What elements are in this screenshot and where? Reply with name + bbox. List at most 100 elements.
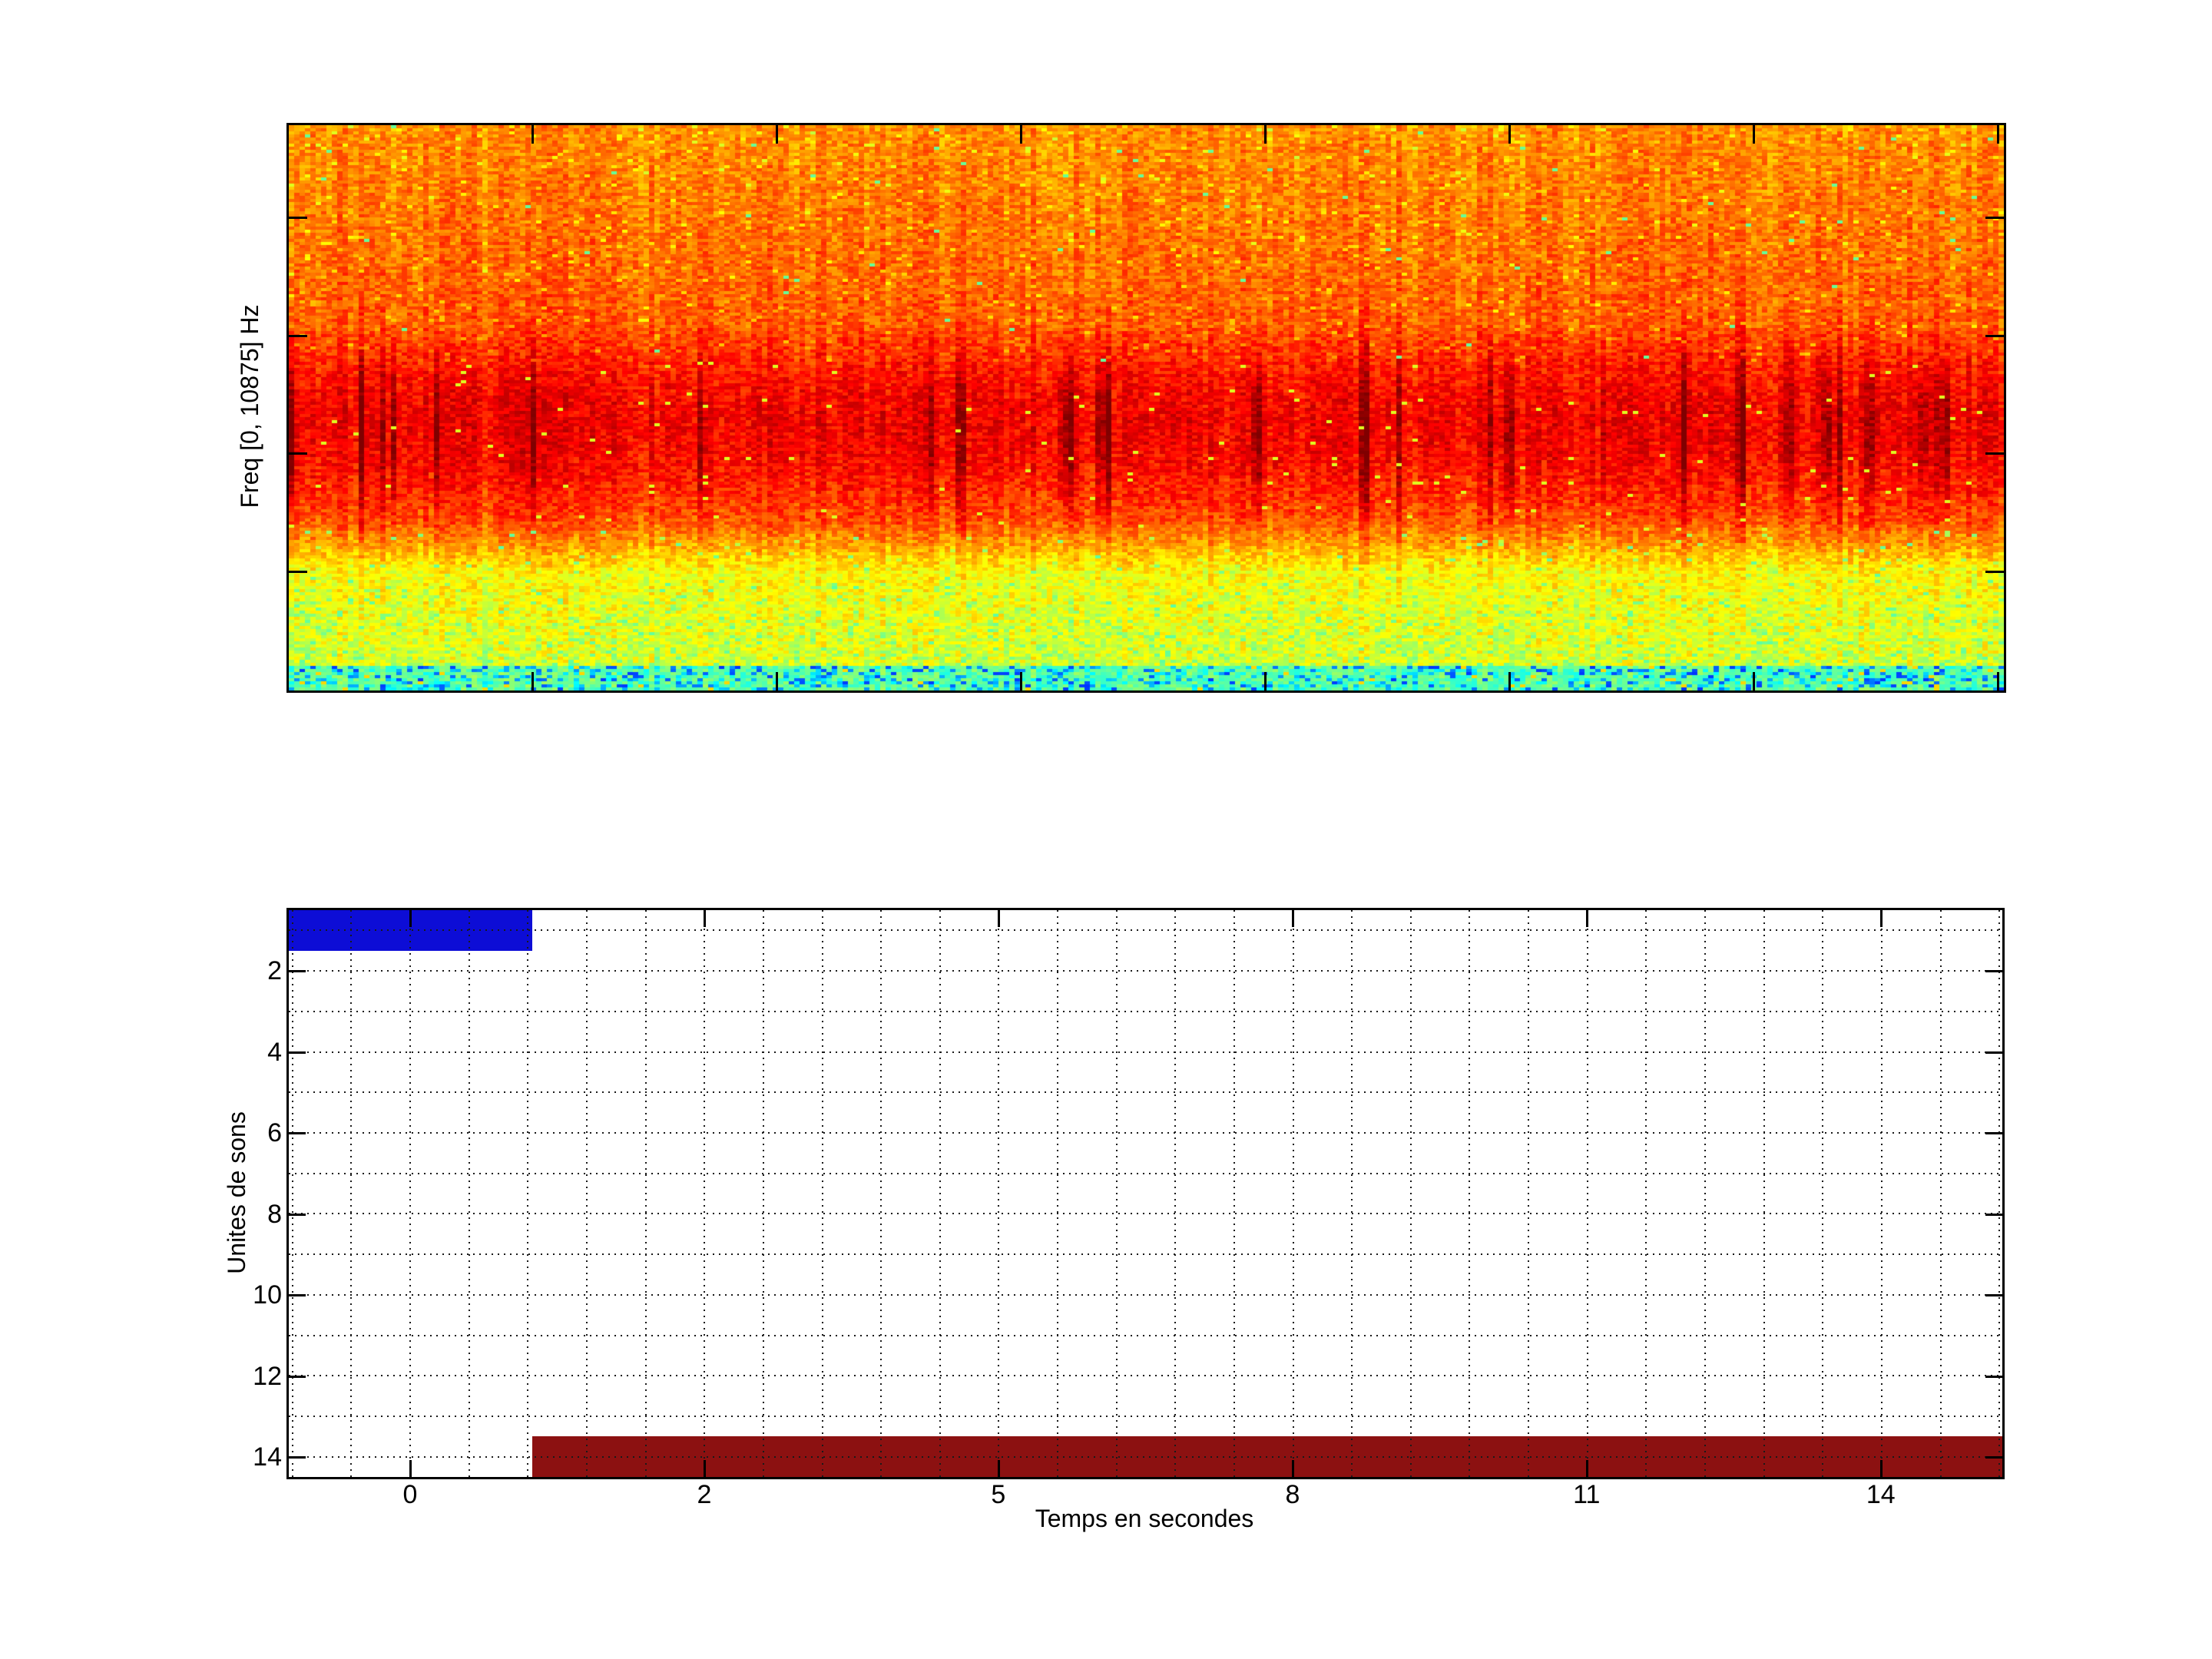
grid-line-vertical	[1469, 910, 1471, 1477]
y-tick-label: 4	[267, 1037, 282, 1067]
x-tick	[1879, 1460, 1883, 1477]
y-tick	[289, 970, 306, 973]
spectrogram-y-tick	[1985, 452, 2004, 455]
x-tick-label: 8	[1285, 1480, 1300, 1509]
x-tick	[409, 910, 412, 927]
spectrogram-x-tick	[1019, 125, 1022, 144]
x-tick-label: 0	[402, 1480, 418, 1509]
grid-line-vertical	[762, 910, 764, 1477]
grid-line-vertical	[1351, 910, 1353, 1477]
grid-line-vertical	[1057, 910, 1059, 1477]
y-tick	[1985, 1051, 2002, 1054]
x-tick	[1585, 1460, 1588, 1477]
spectrogram-y-tick	[1985, 570, 2004, 573]
grid-line-vertical	[468, 910, 470, 1477]
spectrogram-y-tick	[289, 216, 307, 219]
spectrogram-x-tick	[776, 672, 779, 690]
grid-line-horizontal	[289, 1172, 2002, 1174]
spectrogram-y-tick	[289, 452, 307, 455]
y-tick	[289, 1294, 306, 1297]
spectrogram-plot	[286, 123, 2006, 693]
y-tick	[289, 1456, 306, 1459]
grid-line-horizontal	[289, 970, 2002, 972]
spectrogram-image	[289, 125, 2004, 690]
grid-line-vertical	[1292, 910, 1294, 1477]
grid-line-vertical	[1704, 910, 1707, 1477]
x-tick	[704, 1460, 707, 1477]
spectrogram-ylabel: Freq [0, 10875] Hz	[236, 304, 263, 508]
y-tick	[1985, 970, 2002, 973]
y-tick	[289, 1051, 306, 1054]
spectrogram-y-tick	[1985, 335, 2004, 337]
grid-line-vertical	[821, 910, 823, 1477]
grid-line-vertical	[1998, 910, 2001, 1477]
y-tick-label: 14	[253, 1442, 282, 1472]
spectrogram-x-tick	[1508, 125, 1511, 144]
x-tick-label: 5	[991, 1480, 1006, 1509]
grid-line-horizontal	[289, 1131, 2002, 1134]
spectrogram-y-tick	[289, 335, 307, 337]
grid-line-horizontal	[289, 1455, 2002, 1458]
grid-line-vertical	[1763, 910, 1765, 1477]
grid-line-horizontal	[289, 1375, 2002, 1377]
grid-line-horizontal	[289, 1415, 2002, 1417]
y-tick-label: 10	[253, 1280, 282, 1310]
y-tick	[289, 1132, 306, 1135]
spectrogram-y-tick	[289, 570, 307, 573]
grid-line-vertical	[350, 910, 353, 1477]
x-tick-label: 11	[1573, 1480, 1601, 1509]
x-tick-label: 2	[697, 1480, 712, 1509]
grid-line-vertical	[1528, 910, 1530, 1477]
y-tick	[1985, 1456, 2002, 1459]
grid-line-vertical	[291, 910, 293, 1477]
grid-line-vertical	[1174, 910, 1177, 1477]
x-tick	[1585, 910, 1588, 927]
y-tick	[1985, 1375, 2002, 1378]
y-tick	[289, 1375, 306, 1378]
grid-line-vertical	[1233, 910, 1235, 1477]
y-tick	[289, 1213, 306, 1216]
spectrogram-x-tick	[1264, 672, 1267, 690]
x-axis-label: Temps en secondes	[1035, 1505, 1254, 1532]
x-tick	[1291, 910, 1294, 927]
activity-plot	[286, 908, 2005, 1479]
spectrogram-x-tick	[1997, 672, 2000, 690]
y-tick	[1985, 1213, 2002, 1216]
spectrogram-x-tick	[776, 125, 779, 144]
x-tick	[1879, 910, 1883, 927]
grid-line-horizontal	[289, 1010, 2002, 1012]
grid-line-vertical	[527, 910, 529, 1477]
y-tick	[1985, 1294, 2002, 1297]
grid-line-horizontal	[289, 1091, 2002, 1094]
grid-line-vertical	[704, 910, 706, 1477]
grid-line-vertical	[1645, 910, 1647, 1477]
spectrogram-x-tick	[1508, 672, 1511, 690]
grid-line-vertical	[585, 910, 588, 1477]
grid-line-vertical	[1115, 910, 1118, 1477]
spectrogram-x-tick	[531, 125, 535, 144]
x-tick	[1291, 1460, 1294, 1477]
spectrogram-x-tick	[1752, 125, 1755, 144]
y-tick-label: 12	[253, 1361, 282, 1391]
grid-line-horizontal	[289, 1253, 2002, 1256]
grid-line-horizontal	[289, 1051, 2002, 1053]
grid-line-vertical	[1409, 910, 1412, 1477]
x-tick	[997, 910, 1000, 927]
x-tick	[409, 1460, 412, 1477]
matlab-figure: Freq [0, 10875] Hz 0 2 5 8 11 14 2 4 6 8 10 12 14 T…	[0, 0, 2212, 1659]
y-tick-label: 2	[267, 956, 282, 986]
grid-line-vertical	[1939, 910, 1942, 1477]
x-tick-label: 14	[1866, 1480, 1896, 1509]
spectrogram-x-tick	[1997, 125, 2000, 144]
spectrogram-x-tick	[531, 672, 535, 690]
spectrogram-x-tick	[1264, 125, 1267, 144]
grid-line-vertical	[939, 910, 941, 1477]
spectrogram-x-tick	[1752, 672, 1755, 690]
x-tick	[997, 1460, 1000, 1477]
grid-line-horizontal	[289, 1334, 2002, 1336]
grid-line-vertical	[1586, 910, 1588, 1477]
grid-line-vertical	[880, 910, 882, 1477]
grid-line-horizontal	[289, 1293, 2002, 1296]
y-tick	[1985, 1132, 2002, 1135]
y-axis-label: Unites de sons	[223, 1111, 250, 1274]
